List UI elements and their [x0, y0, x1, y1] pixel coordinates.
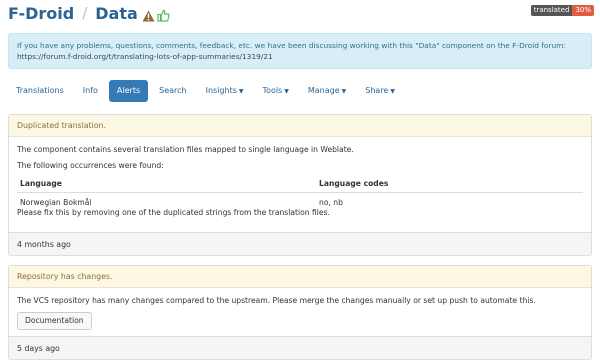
caret-down-icon: ▼ [341, 88, 347, 95]
table-header-language-codes: Language codes [319, 179, 389, 188]
alert-heading: Duplicated translation. [9, 115, 591, 137]
forum-link[interactable]: https://forum.f-droid.org/t/translating-… [17, 52, 273, 61]
alert-heading: Repository has changes. [9, 266, 591, 288]
badge-value: 30% [572, 5, 594, 16]
alert-description: The VCS repository has many changes comp… [17, 296, 536, 305]
repository-changes-alert: Repository has changes. The VCS reposito… [8, 265, 592, 360]
tab-label: Search [159, 86, 187, 95]
component-tabs: Translations Info Alerts Search Insights… [8, 80, 406, 102]
caret-down-icon: ▼ [284, 88, 289, 95]
tab-info[interactable]: Info [75, 80, 106, 102]
breadcrumb: F-Droid / Data [8, 3, 170, 23]
alert-timestamp: 4 months ago [9, 232, 591, 255]
breadcrumb-separator: / [82, 4, 88, 22]
page-header: F-Droid / Data translated 30% [0, 0, 600, 26]
tab-label: Alerts [116, 86, 141, 95]
table-cell-language: Norwegian Bokmål [20, 198, 92, 207]
tab-label: Insights [205, 86, 237, 95]
tab-label: Share [365, 86, 389, 95]
badge-label: translated [530, 5, 573, 16]
tab-insights[interactable]: Insights ▼ [198, 80, 252, 102]
tab-translations[interactable]: Translations [8, 80, 72, 102]
tab-alerts[interactable]: Alerts [108, 80, 149, 102]
tab-label: Tools [262, 86, 283, 95]
table-cell-codes: no, nb [319, 198, 343, 207]
info-alert: If you have any problems, questions, com… [8, 33, 592, 69]
tab-share[interactable]: Share ▼ [357, 80, 403, 102]
tab-label: Info [82, 86, 98, 95]
documentation-button[interactable]: Documentation [17, 312, 92, 330]
alert-body: The VCS repository has many changes comp… [9, 288, 591, 336]
warning-icon[interactable] [142, 7, 155, 22]
thumbs-up-icon[interactable] [157, 7, 170, 22]
caret-down-icon: ▼ [390, 88, 395, 95]
breadcrumb-component-link[interactable]: Data [95, 4, 138, 23]
alert-body: The component contains several translati… [9, 137, 591, 233]
tab-search[interactable]: Search [151, 80, 194, 102]
breadcrumb-project-link[interactable]: F-Droid [8, 4, 74, 23]
table-divider [17, 192, 583, 193]
alert-timestamp: 5 days ago [9, 336, 591, 359]
translated-badge[interactable]: translated 30% [530, 5, 594, 16]
duplicated-translation-alert: Duplicated translation. The component co… [8, 114, 592, 256]
tab-manage[interactable]: Manage ▼ [300, 80, 354, 102]
tab-tools[interactable]: Tools ▼ [255, 80, 297, 102]
tab-label: Translations [16, 86, 64, 95]
fix-instructions: Please fix this by removing one of the d… [17, 208, 330, 217]
occurrences-intro: The following occurrences were found: [17, 161, 164, 170]
alert-description: The component contains several translati… [17, 145, 354, 154]
caret-down-icon: ▼ [238, 88, 244, 95]
info-alert-text: If you have any problems, questions, com… [17, 41, 566, 50]
tab-label: Manage [307, 86, 340, 95]
table-header-language: Language [20, 179, 62, 188]
